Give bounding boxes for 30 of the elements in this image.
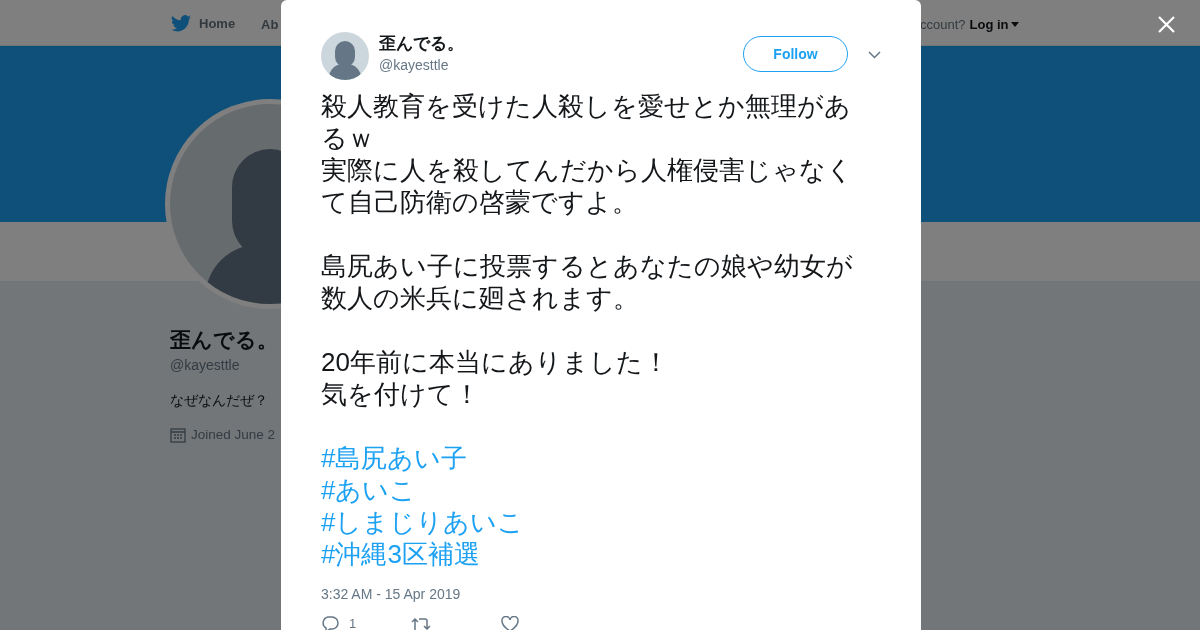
avatar <box>321 32 369 80</box>
hashtag-link[interactable]: #島尻あい子 <box>321 442 468 474</box>
tweet-text-line: 島尻あい子に投票するとあなたの娘や幼女が数人の米兵に廻されます。 <box>321 250 854 314</box>
chevron-down-icon[interactable] <box>868 51 881 59</box>
retweet-icon[interactable] <box>411 615 431 630</box>
home-link[interactable]: Home <box>199 14 236 34</box>
profile-handle: @kayesttle <box>170 356 241 375</box>
tweet-text-line: 殺人教育を受けた人殺しを愛せとか無理があるｗ <box>321 90 852 154</box>
hashtag-link[interactable]: #あいこ <box>321 474 417 506</box>
user-name: 歪んでる。 <box>379 33 464 55</box>
close-icon[interactable] <box>1158 16 1175 33</box>
bird-icon <box>171 15 191 33</box>
profile-name: 歪んでる。 <box>170 327 278 353</box>
reply-count: 1 <box>349 615 357 630</box>
hashtag-link[interactable]: #しまじりあいこ <box>321 506 525 538</box>
account-prompt: ccount? <box>920 16 966 34</box>
reply-icon[interactable] <box>321 615 339 630</box>
tweet-text-line: 20年前に本当にありました！ <box>321 346 670 378</box>
about-link[interactable]: Ab <box>261 15 279 35</box>
tweet-text-line: 気を付けて！ <box>321 378 481 410</box>
calendar-icon <box>170 427 186 444</box>
hashtag-link[interactable]: #沖縄3区補選 <box>321 538 480 570</box>
heart-icon[interactable] <box>501 615 519 630</box>
tweet-timestamp: 3:32 AM - 15 Apr 2019 <box>321 585 461 604</box>
caret-icon <box>1010 22 1019 28</box>
login-link[interactable]: Log in <box>969 15 1019 35</box>
profile-bio: なぜなんだぜ？ <box>170 391 269 410</box>
tweet-text-line: 実際に人を殺してんだから人権侵害じゃなくて自己防衛の啓蒙ですよ。 <box>321 154 854 218</box>
joined-date: Joined June 2 <box>191 426 276 444</box>
user-handle: @kayesttle <box>379 56 450 75</box>
